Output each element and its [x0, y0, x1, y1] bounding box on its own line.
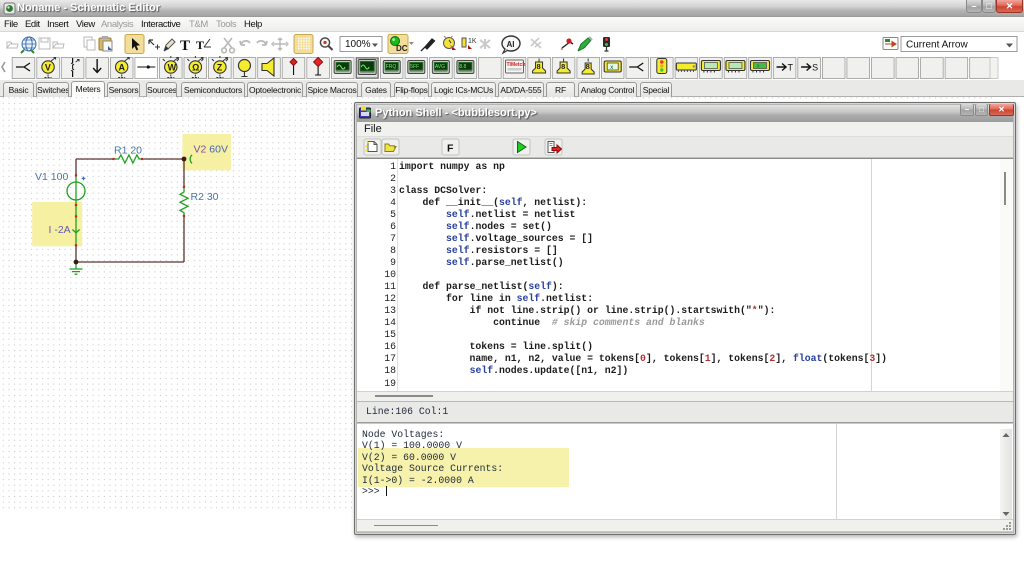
svg-text:F: F	[447, 143, 454, 155]
